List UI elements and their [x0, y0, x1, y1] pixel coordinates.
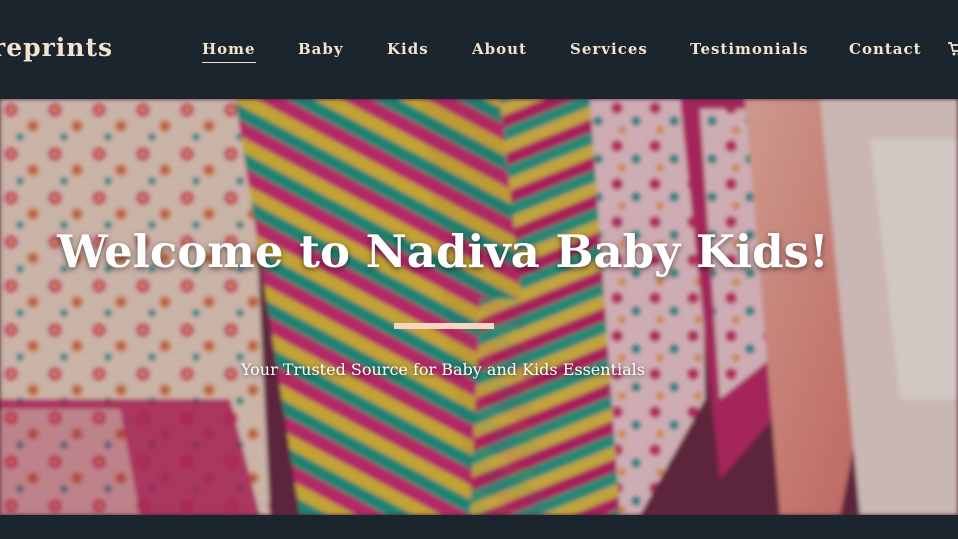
hero-divider	[394, 323, 494, 329]
nav-item-testimonials[interactable]: Testimonials	[690, 38, 808, 60]
nav-item-kids[interactable]: Kids	[387, 38, 429, 60]
section-divider-band	[0, 515, 958, 539]
nav-item-about[interactable]: About	[472, 38, 527, 60]
nav-item-baby[interactable]: Baby	[298, 38, 344, 60]
site-header: Ereprints Home Baby Kids About Services …	[0, 0, 958, 99]
nav-item-home[interactable]: Home	[202, 38, 256, 63]
site-logo[interactable]: Ereprints	[0, 31, 113, 65]
nav-item-contact[interactable]: Contact	[849, 38, 922, 60]
shopping-cart-icon[interactable]	[948, 41, 958, 57]
hero-title: Welcome to Nadiva Baby Kids!	[57, 225, 829, 278]
hero-overlay	[0, 99, 958, 515]
hero-subtitle: Your Trusted Source for Baby and Kids Es…	[241, 360, 645, 379]
hero-banner: Welcome to Nadiva Baby Kids! Your Truste…	[0, 99, 958, 515]
nav-item-services[interactable]: Services	[570, 38, 648, 60]
